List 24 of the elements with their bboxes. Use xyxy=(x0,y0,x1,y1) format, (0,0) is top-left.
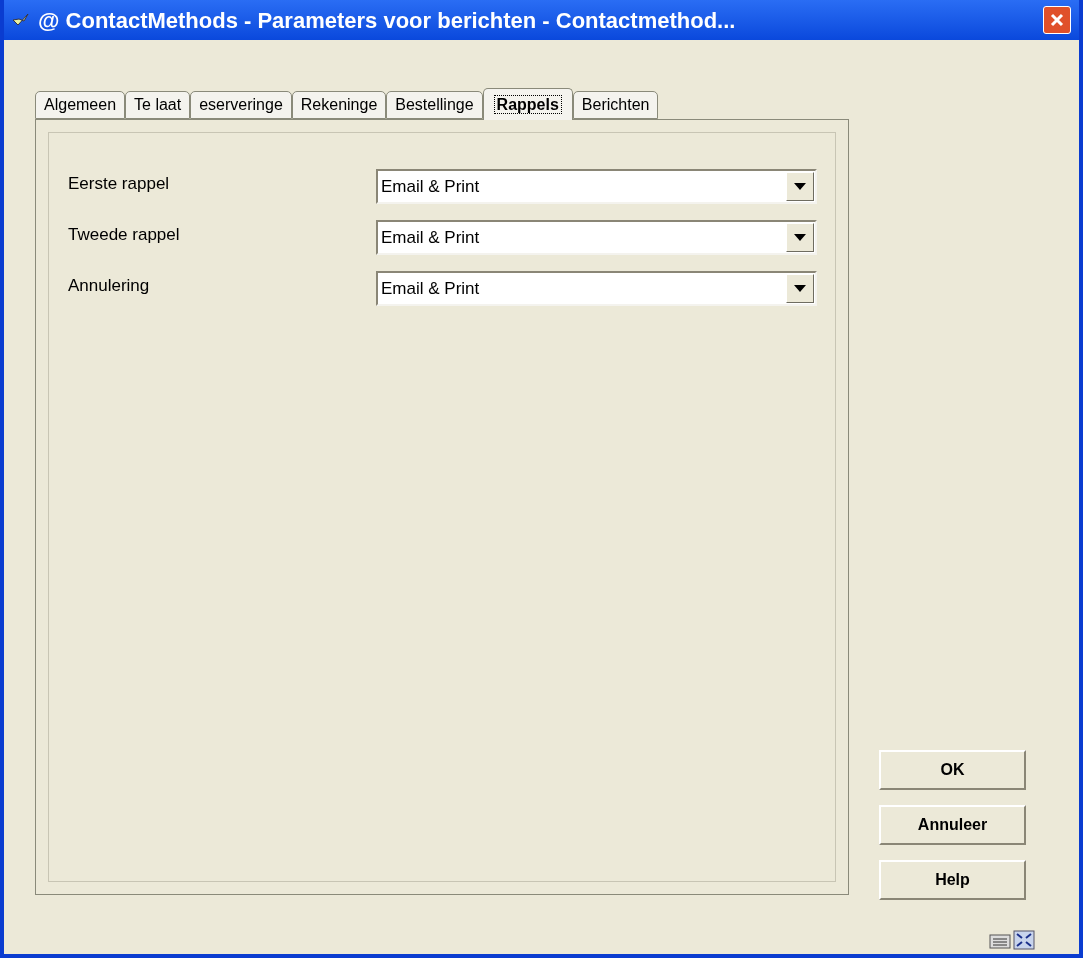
field-label: Annulering xyxy=(68,275,151,297)
dropdown-value: Email & Print xyxy=(380,277,481,300)
tab[interactable]: Algemeen xyxy=(35,91,126,119)
dropdown[interactable]: Email & Print xyxy=(376,271,817,306)
tab[interactable]: eserveringe xyxy=(190,91,292,119)
tab[interactable]: Rappels xyxy=(482,88,573,120)
tab[interactable]: Berichten xyxy=(572,91,659,119)
dropdown[interactable]: Email & Print xyxy=(376,220,817,255)
window-title: @ ContactMethods - Parameters voor berichten - Contactmethod... xyxy=(38,6,737,35)
dialog-button[interactable]: Help xyxy=(879,860,1026,900)
app-icon xyxy=(12,12,30,28)
dropdown-value: Email & Print xyxy=(380,226,481,249)
tab[interactable]: Rekeninge xyxy=(291,91,387,119)
dropdown-value: Email & Print xyxy=(380,175,481,198)
close-button[interactable] xyxy=(1043,6,1071,34)
tab[interactable]: Te laat xyxy=(125,91,191,119)
fullscreen-icon[interactable] xyxy=(1013,930,1035,950)
field-label: Eerste rappel xyxy=(68,173,171,195)
dropdown[interactable]: Email & Print xyxy=(376,169,817,204)
close-icon xyxy=(1049,12,1065,28)
field-label: Tweede rappel xyxy=(68,224,181,246)
tab[interactable]: Bestellinge xyxy=(386,91,483,119)
dialog-button[interactable]: Annuleer xyxy=(879,805,1026,845)
dialog-button[interactable]: OK xyxy=(879,750,1026,790)
